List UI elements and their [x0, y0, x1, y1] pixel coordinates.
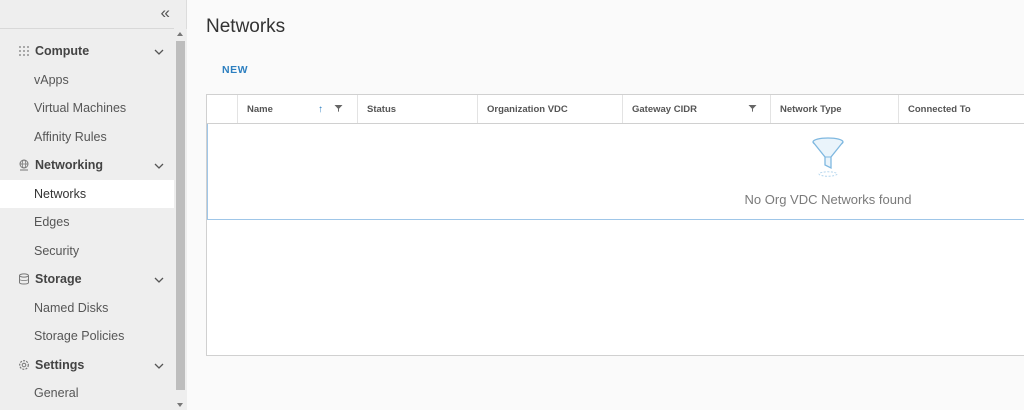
sidebar-item-security[interactable]: Security [0, 237, 174, 266]
chevron-down-icon [154, 274, 164, 284]
column-header-gateway-cidr[interactable]: Gateway CIDR [622, 95, 770, 123]
select-column-header [207, 95, 237, 123]
filter-icon[interactable] [748, 104, 757, 113]
datagrid-empty-placeholder: No Org VDC Networks found [207, 124, 1024, 220]
column-label: Network Type [780, 103, 842, 115]
sidebar-scrollbar[interactable] [174, 29, 187, 410]
column-label: Status [367, 103, 397, 115]
column-header-network-type[interactable]: Network Type [770, 95, 898, 123]
nav-group-compute[interactable]: Compute [0, 37, 174, 66]
nav-group-label: Compute [35, 44, 90, 59]
page-title: Networks [206, 16, 286, 37]
scroll-up-icon[interactable] [177, 32, 183, 36]
nav-group-storage[interactable]: Storage [0, 265, 174, 294]
column-label: Connected To [908, 103, 971, 115]
column-label: Name [247, 103, 273, 115]
networks-datagrid: Name ↑ Status Organization VDC Gateway C… [206, 94, 1024, 356]
sidebar-nav: Compute vApps Virtual Machines Affinity … [0, 37, 174, 408]
scroll-down-icon[interactable] [177, 403, 183, 407]
sidebar-collapse-row: « [0, 0, 174, 29]
column-header-connected-to[interactable]: Connected To [898, 95, 1024, 123]
scroll-thumb[interactable] [176, 41, 185, 390]
sidebar-item-virtual-machines[interactable]: Virtual Machines [0, 94, 174, 123]
grid-icon [18, 45, 30, 57]
database-icon [18, 273, 30, 285]
column-header-status[interactable]: Status [357, 95, 477, 123]
new-button[interactable]: NEW [222, 64, 248, 76]
sidebar: « Compute vApps Virtual Machines Affinit… [0, 0, 187, 410]
datagrid-header: Name ↑ Status Organization VDC Gateway C… [207, 95, 1024, 124]
column-label: Organization VDC [487, 103, 568, 115]
sidebar-item-vapps[interactable]: vApps [0, 66, 174, 95]
column-header-organization-vdc[interactable]: Organization VDC [477, 95, 622, 123]
sidebar-item-general[interactable]: General [0, 379, 174, 408]
sidebar-item-named-disks[interactable]: Named Disks [0, 294, 174, 323]
empty-message: No Org VDC Networks found [744, 192, 912, 207]
nav-group-settings[interactable]: Settings [0, 351, 174, 380]
column-header-name[interactable]: Name ↑ [237, 95, 357, 123]
nav-group-label: Networking [35, 158, 104, 173]
gear-icon [18, 359, 30, 371]
sidebar-item-edges[interactable]: Edges [0, 208, 174, 237]
empty-filter-icon [810, 136, 846, 178]
chevron-down-icon [154, 46, 164, 56]
network-icon [18, 159, 30, 171]
nav-group-label: Storage [35, 272, 82, 287]
filter-icon[interactable] [334, 104, 343, 113]
collapse-sidebar-icon[interactable]: « [161, 3, 170, 23]
nav-group-label: Settings [35, 357, 85, 372]
sort-ascending-icon[interactable]: ↑ [318, 104, 323, 115]
chevron-down-icon [154, 160, 164, 170]
sidebar-item-affinity-rules[interactable]: Affinity Rules [0, 123, 174, 152]
sidebar-item-storage-policies[interactable]: Storage Policies [0, 322, 174, 351]
nav-group-networking[interactable]: Networking [0, 151, 174, 180]
sidebar-item-networks[interactable]: Networks [0, 179, 174, 208]
chevron-down-icon [154, 360, 164, 370]
column-label: Gateway CIDR [632, 103, 697, 115]
